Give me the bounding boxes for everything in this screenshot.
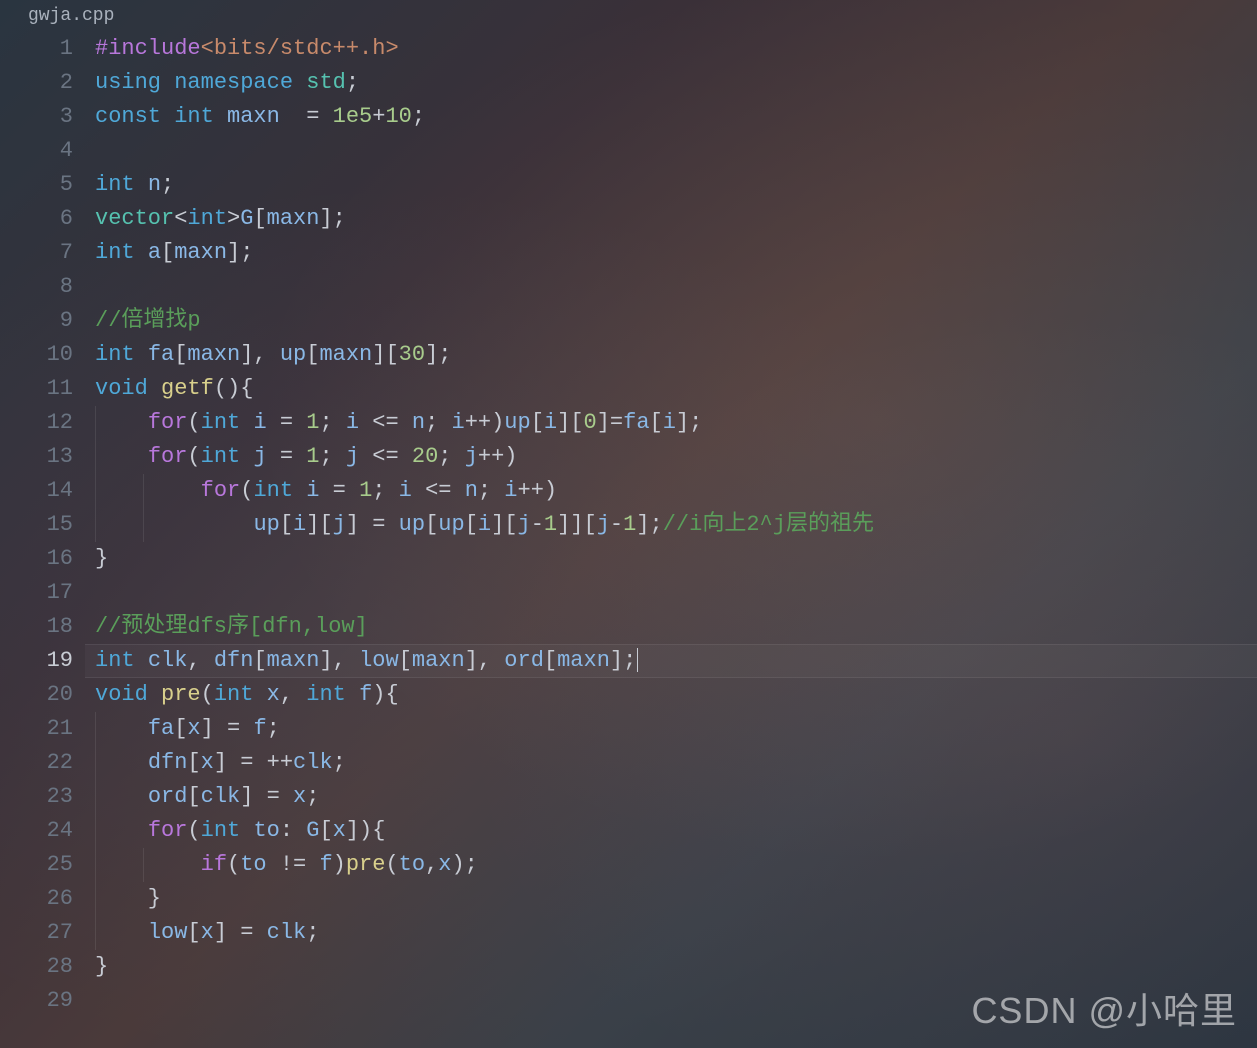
code-line[interactable]: fa[x] = f;	[95, 712, 1257, 746]
line-number: 17	[0, 576, 73, 610]
code-line[interactable]: dfn[x] = ++clk;	[95, 746, 1257, 780]
code-line[interactable]: if(to != f)pre(to,x);	[95, 848, 1257, 882]
line-number: 9	[0, 304, 73, 338]
code-line[interactable]: for(int j = 1; j <= 20; j++)	[95, 440, 1257, 474]
line-number: 28	[0, 950, 73, 984]
code-line[interactable]: }	[95, 882, 1257, 916]
line-number: 16	[0, 542, 73, 576]
code-line[interactable]: vector<int>G[maxn];	[95, 202, 1257, 236]
line-number: 20	[0, 678, 73, 712]
line-number: 21	[0, 712, 73, 746]
code-line[interactable]: //倍增找p	[95, 304, 1257, 338]
code-line[interactable]	[95, 576, 1257, 610]
line-number: 7	[0, 236, 73, 270]
code-line[interactable]: ord[clk] = x;	[95, 780, 1257, 814]
code-area[interactable]: 1234567891011121314151617181920212223242…	[0, 28, 1257, 1018]
line-number: 2	[0, 66, 73, 100]
code-line[interactable]: void getf(){	[95, 372, 1257, 406]
code-line[interactable]: }	[95, 950, 1257, 984]
file-tab[interactable]: gwja.cpp	[20, 4, 122, 28]
code-line[interactable]: using namespace std;	[95, 66, 1257, 100]
code-line[interactable]	[95, 134, 1257, 168]
line-number: 3	[0, 100, 73, 134]
code-line[interactable]	[95, 270, 1257, 304]
code-line[interactable]: void pre(int x, int f){	[95, 678, 1257, 712]
line-number: 24	[0, 814, 73, 848]
line-number: 8	[0, 270, 73, 304]
code-content[interactable]: #include<bits/stdc++.h>using namespace s…	[95, 32, 1257, 1018]
line-number: 6	[0, 202, 73, 236]
line-number: 1	[0, 32, 73, 66]
code-line[interactable]: //预处理dfs序[dfn,low]	[95, 610, 1257, 644]
code-line[interactable]: low[x] = clk;	[95, 916, 1257, 950]
line-number: 26	[0, 882, 73, 916]
line-number: 4	[0, 134, 73, 168]
line-number: 15	[0, 508, 73, 542]
line-number: 14	[0, 474, 73, 508]
code-line[interactable]: int clk, dfn[maxn], low[maxn], ord[maxn]…	[95, 644, 1257, 678]
tab-bar: gwja.cpp	[0, 0, 1257, 28]
line-number: 23	[0, 780, 73, 814]
code-line[interactable]: up[i][j] = up[up[i][j-1]][j-1];//i向上2^j层…	[95, 508, 1257, 542]
line-number: 29	[0, 984, 73, 1018]
code-line[interactable]: #include<bits/stdc++.h>	[95, 32, 1257, 66]
line-number: 5	[0, 168, 73, 202]
line-number: 19	[0, 644, 73, 678]
code-editor: gwja.cpp 1234567891011121314151617181920…	[0, 0, 1257, 1048]
line-number: 25	[0, 848, 73, 882]
line-number: 12	[0, 406, 73, 440]
code-line[interactable]: for(int to: G[x]){	[95, 814, 1257, 848]
line-number: 22	[0, 746, 73, 780]
code-line[interactable]: }	[95, 542, 1257, 576]
code-line[interactable]: int a[maxn];	[95, 236, 1257, 270]
line-number: 27	[0, 916, 73, 950]
line-number: 18	[0, 610, 73, 644]
code-line[interactable]: int n;	[95, 168, 1257, 202]
watermark-text: CSDN @小哈里	[971, 982, 1237, 1034]
code-line[interactable]: const int maxn = 1e5+10;	[95, 100, 1257, 134]
line-number-gutter: 1234567891011121314151617181920212223242…	[0, 32, 95, 1018]
code-line[interactable]: int fa[maxn], up[maxn][30];	[95, 338, 1257, 372]
line-number: 11	[0, 372, 73, 406]
code-line[interactable]: for(int i = 1; i <= n; i++)up[i][0]=fa[i…	[95, 406, 1257, 440]
code-line[interactable]: for(int i = 1; i <= n; i++)	[95, 474, 1257, 508]
text-cursor	[637, 648, 638, 672]
line-number: 10	[0, 338, 73, 372]
line-number: 13	[0, 440, 73, 474]
